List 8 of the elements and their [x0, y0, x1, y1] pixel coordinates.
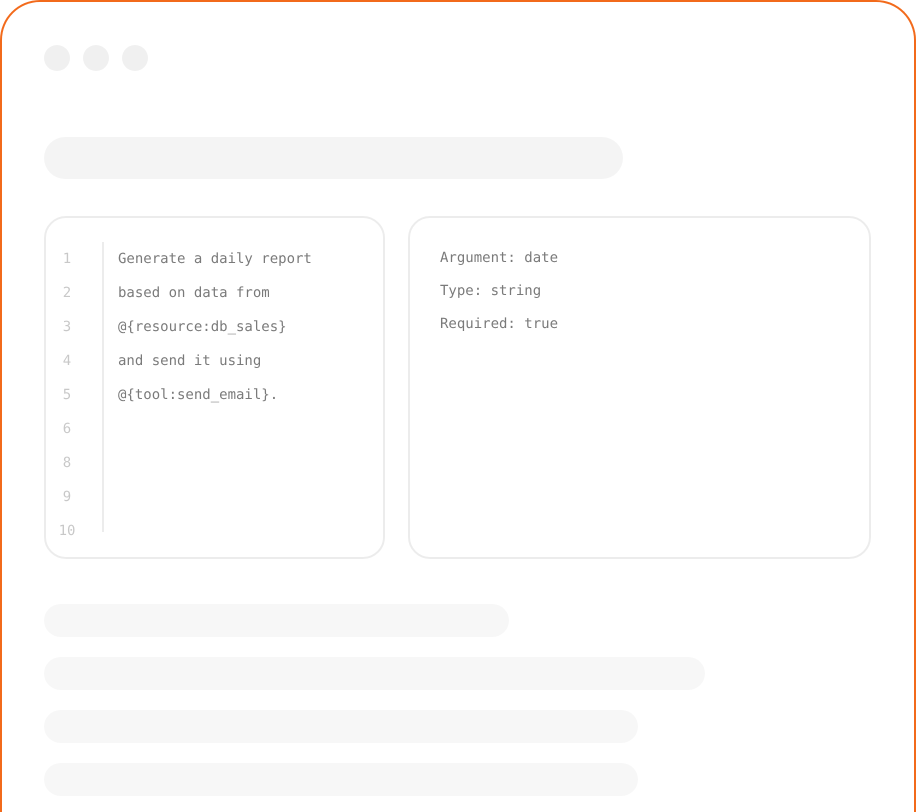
detail-line: Required: true — [440, 315, 560, 334]
code-line: and send it using — [118, 352, 262, 371]
code-line: @{resource:db_sales} — [118, 318, 288, 337]
code-line: based on data from — [118, 284, 271, 303]
code-line: Generate a daily report — [118, 250, 312, 269]
detail-line: Type: string — [440, 282, 542, 301]
code-line: @{tool:send_email}. — [118, 386, 280, 405]
detail-line: Argument: date — [440, 249, 560, 268]
